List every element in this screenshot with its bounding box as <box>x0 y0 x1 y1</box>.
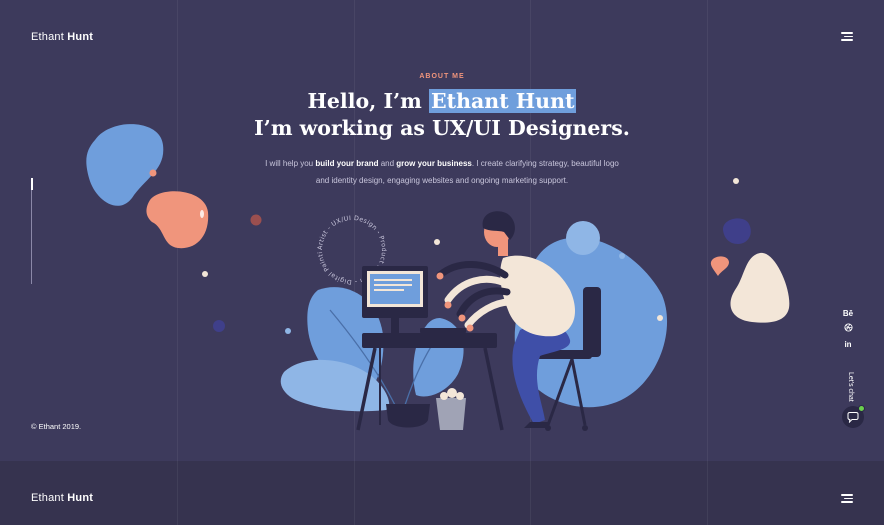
sticky-header-bar: Ethant Hunt <box>0 461 884 525</box>
lets-chat-label: Let's chat <box>847 372 854 402</box>
blob-navy-right <box>722 218 751 244</box>
trash-can <box>436 398 466 430</box>
footer-menu-button[interactable] <box>841 494 853 503</box>
ball-blue <box>566 221 600 255</box>
blob-cream-right <box>730 252 790 323</box>
copyright: © Ethant 2019. <box>31 422 82 431</box>
brand-last: Hunt <box>67 492 94 504</box>
grid-line <box>177 461 178 525</box>
linkedin-link[interactable]: in <box>842 340 854 349</box>
dot-cream <box>434 239 440 245</box>
chat-button[interactable] <box>842 405 865 428</box>
dot-cream-right <box>733 178 739 184</box>
dot-white <box>202 271 208 277</box>
grid-line <box>707 461 708 525</box>
brand-first: Ethant <box>31 492 68 504</box>
blob-salmon-left <box>146 191 209 249</box>
dot-salmon <box>149 169 157 177</box>
grid-line <box>530 461 531 525</box>
dot-lightblue <box>285 328 291 334</box>
menu-bar <box>844 497 853 499</box>
blob-salmon-right <box>710 256 729 276</box>
hero-illustration: Artist - UX/UI Design - Product Design -… <box>0 0 790 431</box>
plant-pot <box>386 404 430 428</box>
footer-brand-logo[interactable]: Ethant Hunt <box>31 492 93 504</box>
online-indicator <box>858 405 865 412</box>
grid-line <box>354 461 355 525</box>
desk-top <box>362 333 497 348</box>
dot-brown <box>250 214 262 226</box>
behance-link[interactable]: Bē <box>842 309 854 318</box>
dot-navy <box>213 320 225 332</box>
menu-bar <box>841 494 853 496</box>
dribbble-icon <box>843 323 853 332</box>
chat-icon <box>847 411 859 423</box>
dribbble-link[interactable] <box>842 323 854 334</box>
chair-back <box>583 287 601 357</box>
menu-bar <box>841 501 853 503</box>
blob-blue-left <box>86 124 164 206</box>
